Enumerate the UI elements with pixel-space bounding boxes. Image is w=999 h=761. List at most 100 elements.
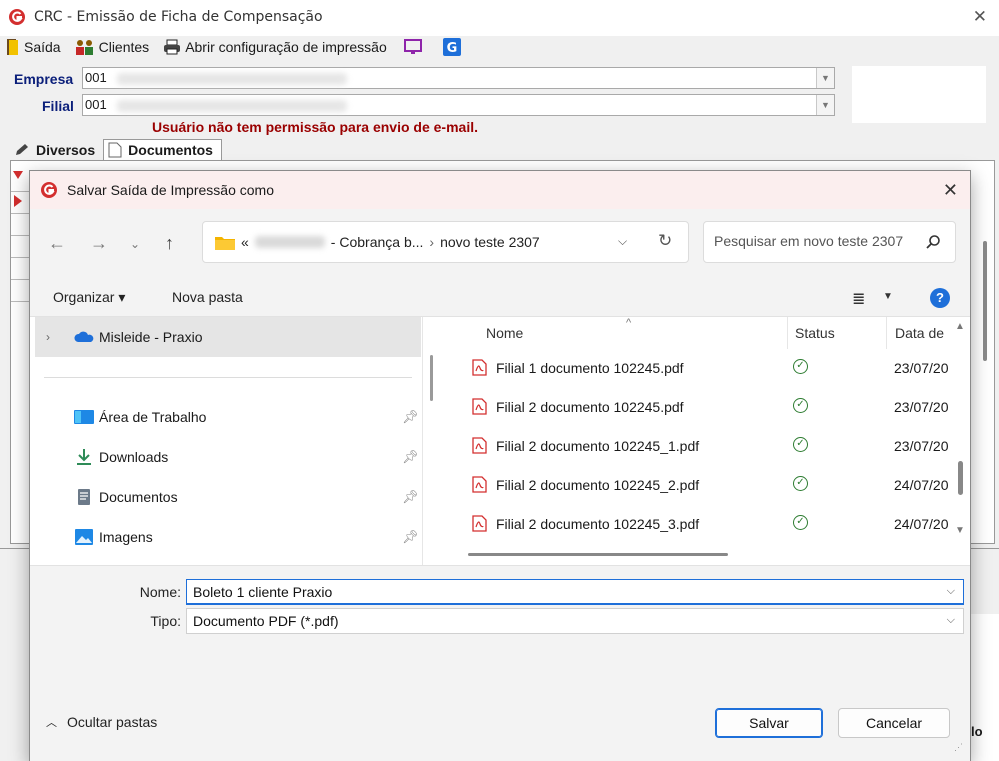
scroll-up-arrow-icon[interactable]: ▲ xyxy=(955,321,965,332)
column-separator[interactable] xyxy=(787,317,788,349)
filename-input[interactable] xyxy=(193,584,923,600)
pin-icon[interactable]: 📌︎ xyxy=(402,409,419,425)
background-info-box xyxy=(852,66,986,123)
print-config-button[interactable]: Abrir configuração de impressão xyxy=(163,39,387,55)
filename-field[interactable]: ⌵ xyxy=(186,579,964,605)
grid-line xyxy=(11,279,31,280)
nav-item-documents[interactable]: Documentos 📌︎ xyxy=(30,477,430,517)
sync-ok-icon: ✓ xyxy=(793,437,808,452)
tab-diversos[interactable]: Diversos xyxy=(10,140,103,160)
grid-line xyxy=(11,213,31,214)
nav-item-onedrive[interactable]: › Misleide - Praxio xyxy=(30,317,430,357)
nav-item-pictures-label: Imagens xyxy=(99,529,153,545)
address-segment-cobranca[interactable]: - Cobrança b... xyxy=(331,234,424,250)
cancel-button[interactable]: Cancelar xyxy=(838,708,950,738)
empresa-dropdown-icon[interactable]: ▼ xyxy=(816,68,834,88)
logo-g-icon[interactable]: G xyxy=(442,38,461,56)
filial-combo[interactable]: 001 ▼ xyxy=(82,94,835,116)
background-scroll-thumb[interactable] xyxy=(983,241,987,361)
pdf-file-icon xyxy=(472,398,487,415)
dialog-app-logo-icon xyxy=(41,182,57,198)
printer-icon xyxy=(164,39,181,55)
dialog-bottom-area: Nome: ⌵ Tipo: Documento PDF (*.pdf) ⌵ ︿ … xyxy=(30,565,970,761)
dialog-close-icon[interactable]: ✕ xyxy=(943,180,958,201)
monitor-icon[interactable] xyxy=(403,38,423,56)
background-toolbar: Saída Clientes Abrir configuração de imp… xyxy=(0,36,999,58)
organize-menu-button[interactable]: Organizar ▾ xyxy=(53,289,125,306)
file-date: 24/07/20 xyxy=(894,477,949,493)
file-name: Filial 2 documento 102245.pdf xyxy=(496,399,684,415)
pdf-file-icon xyxy=(472,437,487,454)
forward-arrow-icon[interactable]: → xyxy=(90,233,108,254)
column-header-date[interactable]: Data de xyxy=(895,325,944,341)
view-options-icon[interactable]: ≣ xyxy=(852,289,865,309)
filetype-chevron-icon[interactable]: ⌵ xyxy=(947,614,955,627)
view-options-dropdown-icon[interactable]: ▼ xyxy=(883,291,893,302)
address-bar[interactable]: « - Cobrança b... › novo teste 2307 ⌵ ↻ xyxy=(202,221,689,263)
file-row[interactable]: Filial 2 documento 102245.pdf ✓ 23/07/20 xyxy=(446,388,949,427)
empresa-value: 001 xyxy=(85,70,107,85)
resize-grip-icon[interactable]: ⋰ xyxy=(954,742,963,753)
recent-locations-chevron-icon[interactable]: ⌄ xyxy=(130,237,140,251)
pin-icon[interactable]: 📌︎ xyxy=(402,489,419,505)
back-arrow-icon[interactable]: ← xyxy=(48,233,66,254)
filial-label: Filial xyxy=(42,98,74,114)
pin-icon[interactable]: 📌︎ xyxy=(402,529,419,545)
empresa-combo[interactable]: 001 ▼ xyxy=(82,67,835,89)
save-button[interactable]: Salvar xyxy=(715,708,823,738)
nav-item-downloads-label: Downloads xyxy=(99,449,169,465)
desktop-icon xyxy=(74,410,94,424)
refresh-icon[interactable]: ↻ xyxy=(658,231,672,251)
file-list-vertical-scrollbar[interactable]: ▲ ▼ xyxy=(950,317,970,543)
hide-folders-toggle[interactable]: ︿ Ocultar pastas xyxy=(46,714,157,730)
filename-history-chevron-icon[interactable]: ⌵ xyxy=(947,585,955,598)
background-close-icon[interactable]: ✕ xyxy=(973,7,987,27)
file-row[interactable]: Filial 2 documento 102245_2.pdf ✓ 24/07/… xyxy=(446,466,949,505)
pdf-file-icon xyxy=(472,476,487,493)
file-row[interactable]: Filial 2 documento 102245_3.pdf ✓ 24/07/… xyxy=(446,505,949,544)
address-history-chevron-icon[interactable]: ⌵ xyxy=(618,234,627,249)
filial-dropdown-icon[interactable]: ▼ xyxy=(816,95,834,115)
grid-line xyxy=(11,257,31,258)
filetype-label: Tipo: xyxy=(150,613,181,629)
column-header-status[interactable]: Status xyxy=(795,325,835,341)
column-header-name[interactable]: Nome xyxy=(486,325,523,341)
nav-pane-scroll-thumb[interactable] xyxy=(430,355,433,401)
pictures-icon xyxy=(75,529,93,545)
clients-button[interactable]: Clientes xyxy=(75,39,149,55)
pdf-file-icon xyxy=(472,359,487,376)
address-segment-current[interactable]: novo teste 2307 xyxy=(440,234,540,250)
tab-documentos[interactable]: Documentos xyxy=(103,139,222,160)
up-arrow-icon[interactable]: ↑ xyxy=(165,233,174,254)
nav-separator xyxy=(44,377,412,378)
new-folder-button[interactable]: Nova pasta xyxy=(172,289,243,305)
nav-item-downloads[interactable]: Downloads 📌︎ xyxy=(30,437,430,477)
file-row[interactable]: Filial 2 documento 102245_1.pdf ✓ 23/07/… xyxy=(446,427,949,466)
expand-chevron-icon[interactable]: › xyxy=(46,330,50,344)
exit-button[interactable]: Saída xyxy=(6,39,61,55)
exit-door-icon xyxy=(7,39,18,55)
nav-item-onedrive-label: Misleide - Praxio xyxy=(99,329,203,345)
row-pointer-icon xyxy=(14,195,22,207)
horizontal-scroll-thumb[interactable] xyxy=(468,553,728,556)
file-row[interactable]: Filial 1 documento 102245.pdf ✓ 23/07/20 xyxy=(446,349,949,388)
empresa-label: Empresa xyxy=(14,71,74,87)
sync-ok-icon: ✓ xyxy=(793,359,808,374)
pin-icon[interactable]: 📌︎ xyxy=(402,449,419,465)
search-box[interactable] xyxy=(703,221,956,263)
sort-ascending-icon: ^ xyxy=(626,317,632,329)
hide-folders-label: Ocultar pastas xyxy=(67,714,158,730)
help-icon[interactable]: ? xyxy=(930,288,950,308)
nav-item-desktop-label: Área de Trabalho xyxy=(99,409,207,425)
column-separator[interactable] xyxy=(886,317,887,349)
vertical-scroll-thumb[interactable] xyxy=(958,461,963,495)
search-input[interactable] xyxy=(714,233,914,249)
nav-item-pictures[interactable]: Imagens 📌︎ xyxy=(30,517,430,557)
filetype-select[interactable]: Documento PDF (*.pdf) ⌵ xyxy=(186,608,964,634)
file-name: Filial 2 documento 102245_3.pdf xyxy=(496,516,700,532)
scroll-down-arrow-icon[interactable]: ▼ xyxy=(955,525,965,536)
nav-item-desktop[interactable]: Área de Trabalho 📌︎ xyxy=(30,397,430,437)
navigation-pane: › Misleide - Praxio Área de Trabalho 📌︎ … xyxy=(30,317,430,565)
background-tabs: Diversos Documentos xyxy=(10,136,222,160)
search-icon[interactable] xyxy=(925,234,941,250)
